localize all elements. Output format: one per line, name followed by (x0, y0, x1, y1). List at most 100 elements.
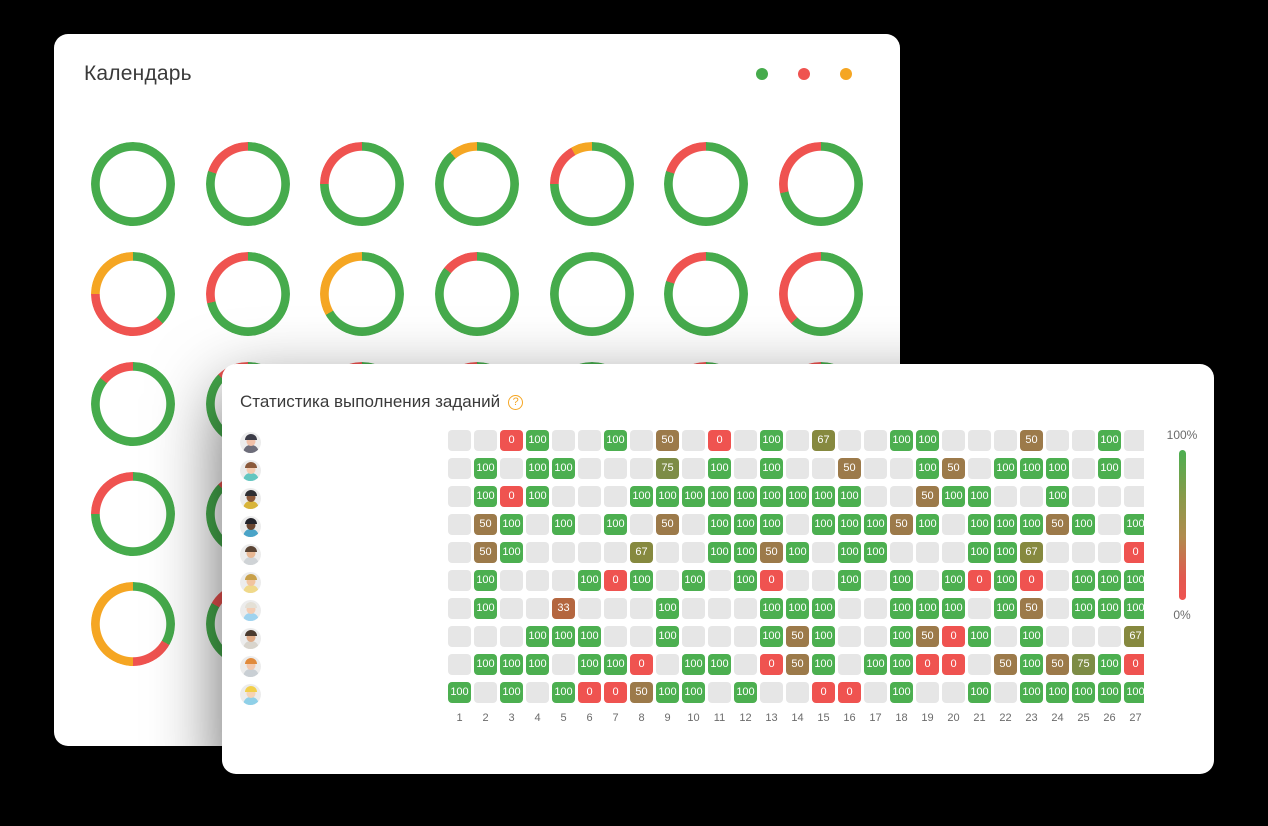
heatmap-cell[interactable]: 100 (682, 653, 705, 675)
heatmap-cell[interactable]: 0 (500, 429, 523, 451)
heatmap-cell[interactable] (526, 597, 549, 619)
heatmap-cell[interactable]: 100 (708, 485, 731, 507)
heatmap-cell[interactable]: 50 (890, 513, 913, 535)
heatmap-cell[interactable]: 100 (1098, 653, 1121, 675)
heatmap-cell[interactable]: 100 (968, 681, 991, 703)
heatmap-cell[interactable]: 100 (682, 485, 705, 507)
heatmap-cell[interactable] (864, 485, 887, 507)
heatmap-cell[interactable] (526, 681, 549, 703)
calendar-day-cell[interactable] (420, 130, 535, 226)
heatmap-cell[interactable] (578, 513, 601, 535)
heatmap-cell[interactable]: 50 (474, 541, 497, 563)
student-row[interactable] (240, 624, 448, 652)
heatmap-cell[interactable]: 100 (942, 485, 965, 507)
heatmap-cell[interactable]: 50 (474, 513, 497, 535)
heatmap-cell[interactable] (1046, 597, 1069, 619)
day-donut-chart[interactable] (549, 142, 634, 226)
heatmap-cell[interactable]: 100 (1124, 681, 1144, 703)
heatmap-cell[interactable] (448, 597, 471, 619)
heatmap-cell[interactable]: 100 (578, 569, 601, 591)
heatmap-cell[interactable]: 50 (942, 457, 965, 479)
heatmap-cell[interactable] (1046, 569, 1069, 591)
heatmap-cell[interactable] (552, 569, 575, 591)
heatmap-cell[interactable]: 100 (864, 513, 887, 535)
heatmap-cell[interactable]: 100 (968, 541, 991, 563)
heatmap-cell[interactable]: 100 (526, 625, 549, 647)
heatmap-cell[interactable]: 0 (942, 625, 965, 647)
heatmap-cell[interactable] (864, 625, 887, 647)
heatmap-cell[interactable]: 100 (890, 569, 913, 591)
heatmap-cell[interactable] (552, 485, 575, 507)
heatmap-cell[interactable]: 100 (890, 429, 913, 451)
calendar-day-cell[interactable] (763, 130, 878, 226)
day-donut-chart[interactable] (91, 472, 176, 556)
heatmap-cell[interactable]: 100 (526, 457, 549, 479)
heatmap-cell[interactable]: 50 (786, 653, 809, 675)
heatmap-cell[interactable] (734, 597, 757, 619)
heatmap-cell[interactable] (656, 653, 679, 675)
heatmap-cell[interactable]: 50 (1046, 653, 1069, 675)
heatmap-cell[interactable]: 100 (448, 681, 471, 703)
heatmap-cell[interactable] (1046, 541, 1069, 563)
heatmap-cell[interactable]: 100 (760, 625, 783, 647)
heatmap-cell[interactable] (1020, 485, 1043, 507)
heatmap-cell[interactable]: 100 (578, 625, 601, 647)
heatmap-cell[interactable] (474, 625, 497, 647)
student-row[interactable] (240, 596, 448, 624)
heatmap-cell[interactable]: 100 (994, 513, 1017, 535)
heatmap-cell[interactable]: 100 (812, 625, 835, 647)
heatmap-cell[interactable] (942, 541, 965, 563)
heatmap-cell[interactable]: 100 (1020, 681, 1043, 703)
heatmap-cell[interactable] (942, 429, 965, 451)
heatmap-cell[interactable]: 100 (1072, 681, 1095, 703)
calendar-day-cell[interactable] (649, 130, 764, 226)
heatmap-cell[interactable] (968, 597, 991, 619)
heatmap-cell[interactable] (838, 429, 861, 451)
heatmap-cell[interactable]: 0 (604, 681, 627, 703)
heatmap-cell[interactable]: 0 (708, 429, 731, 451)
heatmap-cell[interactable]: 50 (786, 625, 809, 647)
heatmap-cell[interactable] (604, 457, 627, 479)
heatmap-cell[interactable]: 100 (578, 653, 601, 675)
heatmap-cell[interactable] (890, 457, 913, 479)
heatmap-cell[interactable]: 100 (760, 485, 783, 507)
day-donut-chart[interactable] (91, 582, 176, 666)
calendar-day-cell[interactable] (76, 570, 191, 666)
heatmap-cell[interactable]: 100 (604, 653, 627, 675)
heatmap-cell[interactable]: 100 (630, 569, 653, 591)
heatmap-cell[interactable] (708, 569, 731, 591)
heatmap-cell[interactable]: 100 (1046, 485, 1069, 507)
heatmap-cell[interactable]: 75 (656, 457, 679, 479)
heatmap-cell[interactable] (1072, 429, 1095, 451)
heatmap-cell[interactable]: 100 (500, 681, 523, 703)
heatmap-cell[interactable]: 100 (760, 597, 783, 619)
heatmap-cell[interactable]: 100 (890, 597, 913, 619)
heatmap-cell[interactable]: 0 (968, 569, 991, 591)
heatmap-cell[interactable]: 75 (1072, 653, 1095, 675)
heatmap-cell[interactable]: 67 (1020, 541, 1043, 563)
heatmap-cell[interactable]: 100 (1020, 457, 1043, 479)
heatmap-cell[interactable]: 0 (916, 653, 939, 675)
heatmap-cell[interactable] (864, 457, 887, 479)
heatmap-cell[interactable]: 33 (552, 597, 575, 619)
heatmap-cell[interactable]: 100 (760, 513, 783, 535)
heatmap-cell[interactable] (786, 429, 809, 451)
heatmap-cell[interactable]: 100 (994, 569, 1017, 591)
heatmap-cell[interactable] (448, 653, 471, 675)
heatmap-cell[interactable] (1124, 429, 1144, 451)
day-donut-chart[interactable] (320, 142, 405, 226)
heatmap-cell[interactable]: 0 (760, 653, 783, 675)
heatmap-cell[interactable]: 100 (474, 653, 497, 675)
heatmap-cell[interactable]: 0 (942, 653, 965, 675)
heatmap-cell[interactable]: 50 (916, 625, 939, 647)
heatmap-cell[interactable]: 0 (1020, 569, 1043, 591)
heatmap-cell[interactable]: 0 (1124, 541, 1144, 563)
calendar-day-cell[interactable] (420, 240, 535, 336)
heatmap-cell[interactable]: 100 (526, 653, 549, 675)
heatmap-cell[interactable]: 100 (890, 625, 913, 647)
heatmap-cell[interactable]: 100 (526, 485, 549, 507)
heatmap-cell[interactable]: 100 (1098, 429, 1121, 451)
heatmap-cell[interactable]: 100 (604, 429, 627, 451)
heatmap-cell[interactable] (448, 485, 471, 507)
heatmap-cell[interactable]: 100 (734, 513, 757, 535)
